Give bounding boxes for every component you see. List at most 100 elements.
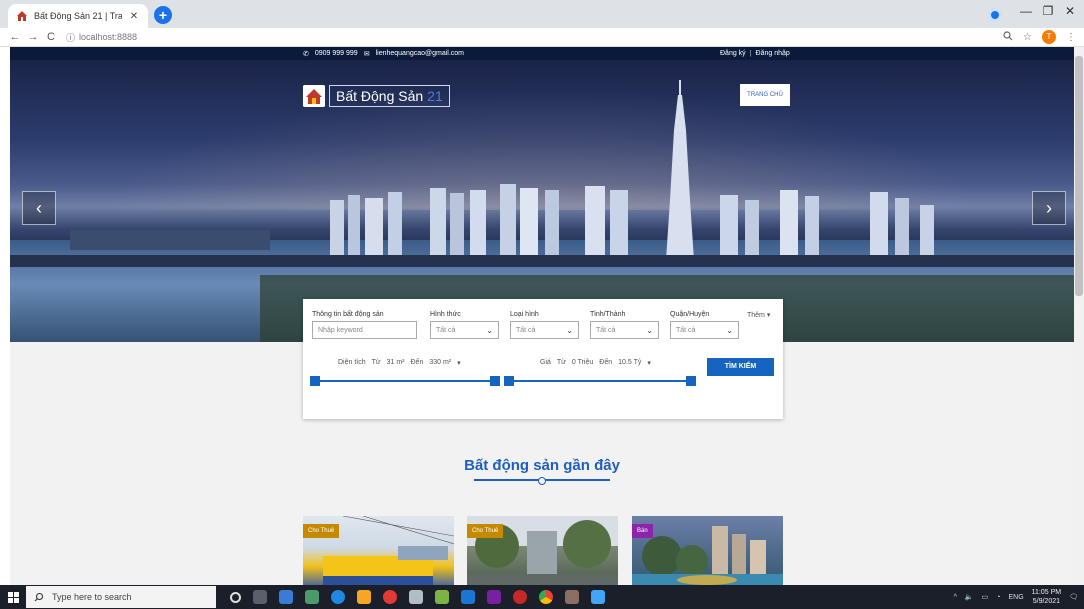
back-arrow-icon[interactable]: ← xyxy=(6,31,24,43)
register-link[interactable]: Đăng ký xyxy=(720,50,746,57)
province-select-value: Tất cả xyxy=(596,326,616,334)
area-min-handle[interactable] xyxy=(310,376,320,386)
area-max-handle[interactable] xyxy=(490,376,500,386)
property-card[interactable]: Cho Thuê xyxy=(303,516,454,585)
contact-strip: ✆ 0909 999 999 ✉ lienhequangcao@gmail.co… xyxy=(10,47,1074,60)
restore-button[interactable]: ❐ xyxy=(1038,4,1058,22)
logo-number: 21 xyxy=(427,88,443,104)
info-label: Thông tin bất động sản xyxy=(312,311,384,318)
tab-title: Bất Động Sản 21 | Trang chủ xyxy=(34,11,122,21)
wifi-icon[interactable]: ◔ xyxy=(996,594,1000,601)
house-logo-icon xyxy=(303,85,325,107)
property-card[interactable]: Bán xyxy=(632,516,783,585)
edge-icon[interactable] xyxy=(331,590,345,604)
price-dropdown-icon[interactable]: ▾ xyxy=(647,359,651,367)
volume-icon[interactable]: 🔈 xyxy=(965,593,974,601)
price-range-text: Giá Từ 0 Triệu Đến 10.5 Tỷ ▾ xyxy=(540,359,651,367)
browser-tab-bar: Bất Động Sản 21 | Trang chủ ✕ + — ❐ ✕ xyxy=(0,0,1084,28)
area-dropdown-icon[interactable]: ▾ xyxy=(457,359,461,367)
profile-avatar[interactable]: T xyxy=(1042,30,1056,44)
district-select-value: Tất cả xyxy=(676,326,696,334)
close-window-button[interactable]: ✕ xyxy=(1060,4,1080,22)
contact-email[interactable]: lienhequangcao@gmail.com xyxy=(376,50,464,57)
cortana-icon[interactable] xyxy=(230,591,241,603)
area-label: Diện tích xyxy=(338,359,366,366)
app-red-icon[interactable] xyxy=(383,590,397,604)
app-gray-icon[interactable] xyxy=(409,590,423,604)
scrollbar-thumb[interactable] xyxy=(1075,56,1083,296)
price-min-handle[interactable] xyxy=(504,376,514,386)
app-green-icon[interactable] xyxy=(435,590,449,604)
keyword-input[interactable]: Nhập keyword xyxy=(312,321,417,339)
province-select[interactable]: Tất cả ⌄ xyxy=(590,321,659,339)
minimize-button[interactable]: — xyxy=(1016,4,1036,22)
area-to: 330 m² xyxy=(429,359,452,366)
app-blue-icon[interactable] xyxy=(591,590,605,604)
price-max-handle[interactable] xyxy=(686,376,696,386)
taskbar-search-placeholder: Type here to search xyxy=(52,592,132,602)
new-tab-button[interactable]: + xyxy=(154,6,172,24)
taskbar-search-input[interactable]: Type here to search xyxy=(26,586,216,608)
bookmark-star-icon[interactable]: ☆ xyxy=(1023,32,1032,43)
property-card[interactable]: Cho Thuê xyxy=(467,516,618,585)
form-select[interactable]: Tất cả ⌄ xyxy=(430,321,499,339)
login-link[interactable]: Đăng nhập xyxy=(756,50,790,57)
windows-logo-icon xyxy=(7,591,19,603)
reload-icon[interactable]: C xyxy=(42,31,60,43)
type-label: Loại hình xyxy=(510,311,539,318)
browser-profile-icon[interactable] xyxy=(988,8,1002,22)
search-button[interactable]: TÌM KIẾM xyxy=(707,358,774,376)
file-explorer-icon[interactable] xyxy=(279,590,293,604)
more-filters-link[interactable]: Thêm ▾ xyxy=(747,311,770,319)
visual-studio-icon[interactable] xyxy=(487,590,501,604)
type-select[interactable]: Tất cả ⌄ xyxy=(510,321,579,339)
taskbar-clock[interactable]: 11:05 PM 5/9/2021 xyxy=(1032,588,1061,606)
district-select[interactable]: Tất cả ⌄ xyxy=(670,321,739,339)
language-indicator[interactable]: ENG xyxy=(1008,594,1023,601)
tab-close-icon[interactable]: ✕ xyxy=(128,11,140,22)
home-button[interactable]: TRANG CHỦ xyxy=(740,84,790,106)
vscode-icon[interactable] xyxy=(461,590,475,604)
paint-icon[interactable] xyxy=(357,590,371,604)
zoom-icon[interactable] xyxy=(1003,30,1013,44)
notifications-icon[interactable]: 🗨 xyxy=(1069,593,1078,601)
site-info-icon[interactable]: ⓘ xyxy=(66,31,75,44)
chevron-down-icon: ⌄ xyxy=(486,325,493,335)
tray-chevron-icon[interactable]: ^ xyxy=(954,594,957,601)
type-select-value: Tất cả xyxy=(516,326,536,334)
form-select-value: Tất cả xyxy=(436,326,456,334)
card-tag: Cho Thuê xyxy=(467,524,504,538)
task-view-icon[interactable] xyxy=(253,590,267,604)
price-from-label: Từ xyxy=(556,359,566,366)
next-slide-button[interactable]: › xyxy=(1032,191,1066,225)
price-slider-track[interactable] xyxy=(509,380,691,382)
logo-text: Bất Động Sản xyxy=(336,88,424,104)
chevron-down-icon: ⌄ xyxy=(646,325,653,335)
property-photo xyxy=(632,526,783,585)
area-slider-track[interactable] xyxy=(315,380,495,382)
search-icon xyxy=(34,592,44,602)
url-text[interactable]: localhost:8888 xyxy=(79,32,137,42)
menu-dots-icon[interactable]: ⋮ xyxy=(1066,32,1076,43)
prev-slide-button[interactable]: ‹ xyxy=(22,191,56,225)
forward-arrow-icon[interactable]: → xyxy=(24,31,42,43)
mail-icon: ✉ xyxy=(363,50,370,58)
opera-icon[interactable] xyxy=(513,590,527,604)
taskbar-apps xyxy=(230,590,605,604)
clock-date: 5/9/2021 xyxy=(1032,598,1060,605)
page-viewport: ✆ 0909 999 999 ✉ lienhequangcao@gmail.co… xyxy=(10,47,1074,585)
province-label: Tỉnh/Thành xyxy=(590,311,626,318)
area-to-label: Đến xyxy=(410,359,424,366)
store-icon[interactable] xyxy=(305,590,319,604)
area-range-text: Diện tích Từ 31 m² Đến 330 m² ▾ xyxy=(338,359,461,367)
site-logo[interactable]: Bất Động Sản 21 xyxy=(303,84,450,108)
app-brown-icon[interactable] xyxy=(565,590,579,604)
network-icon[interactable]: ▭ xyxy=(982,593,989,601)
logo-wordmark: Bất Động Sản 21 xyxy=(329,85,450,107)
contact-phone[interactable]: 0909 999 999 xyxy=(315,50,358,57)
windows-start-button[interactable] xyxy=(0,585,26,609)
chrome-icon[interactable] xyxy=(539,590,553,604)
browser-tab[interactable]: Bất Động Sản 21 | Trang chủ ✕ xyxy=(8,4,148,28)
search-panel: Thông tin bất động sản Nhập keyword Hình… xyxy=(303,299,783,419)
clock-time: 11:05 PM xyxy=(1031,589,1062,596)
